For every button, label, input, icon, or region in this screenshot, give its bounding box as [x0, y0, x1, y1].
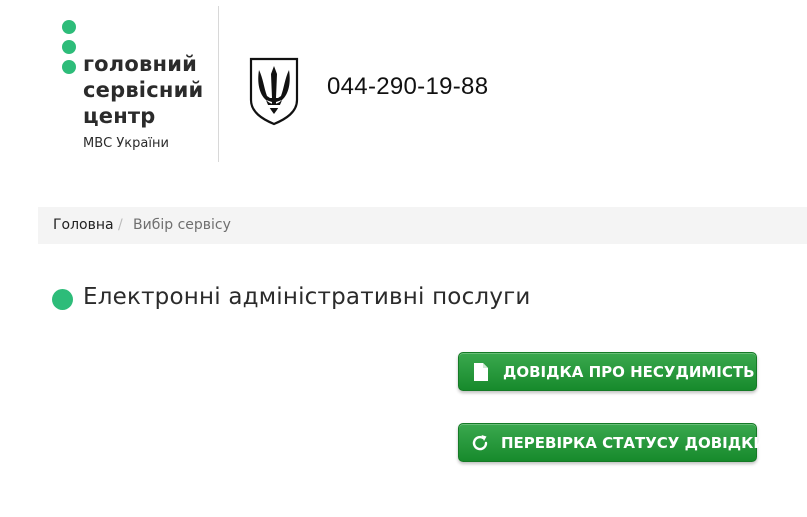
section-title: Електронні адміністративні послуги [83, 284, 531, 310]
logo-dot [62, 40, 76, 54]
site-logo[interactable]: головний сервісний центр МВС України [60, 18, 220, 168]
logo-dots [62, 20, 76, 80]
breadcrumb-current: Вибір сервісу [133, 217, 231, 233]
logo-line-2: сервісний [83, 78, 204, 102]
phone-number[interactable]: 044-290-19-88 [327, 73, 488, 101]
button-label: ПЕРЕВІРКА СТАТУСУ ДОВІДКИ [501, 433, 766, 452]
section-bullet [52, 289, 73, 310]
refresh-icon [471, 433, 489, 453]
logo-subtitle: МВС України [83, 136, 169, 151]
logo-dot [62, 20, 76, 34]
page: головний сервісний центр МВС України 044… [0, 0, 807, 517]
criminal-record-certificate-button[interactable]: ДОВІДКА ПРО НЕСУДИМІСТЬ [458, 352, 757, 391]
logo-text: головний сервісний центр [83, 51, 203, 129]
logo-line-1: головний [83, 52, 198, 76]
breadcrumb: Головна / Вибір сервісу [38, 207, 807, 244]
breadcrumb-separator: / [118, 217, 123, 233]
header-divider [218, 6, 219, 162]
breadcrumb-home-link[interactable]: Головна [53, 207, 114, 244]
document-icon [471, 362, 491, 382]
button-label: ДОВІДКА ПРО НЕСУДИМІСТЬ [503, 362, 755, 381]
logo-dot [62, 60, 76, 74]
coat-of-arms-icon [249, 57, 299, 126]
logo-line-3: центр [83, 104, 156, 128]
check-certificate-status-button[interactable]: ПЕРЕВІРКА СТАТУСУ ДОВІДКИ [458, 423, 766, 462]
